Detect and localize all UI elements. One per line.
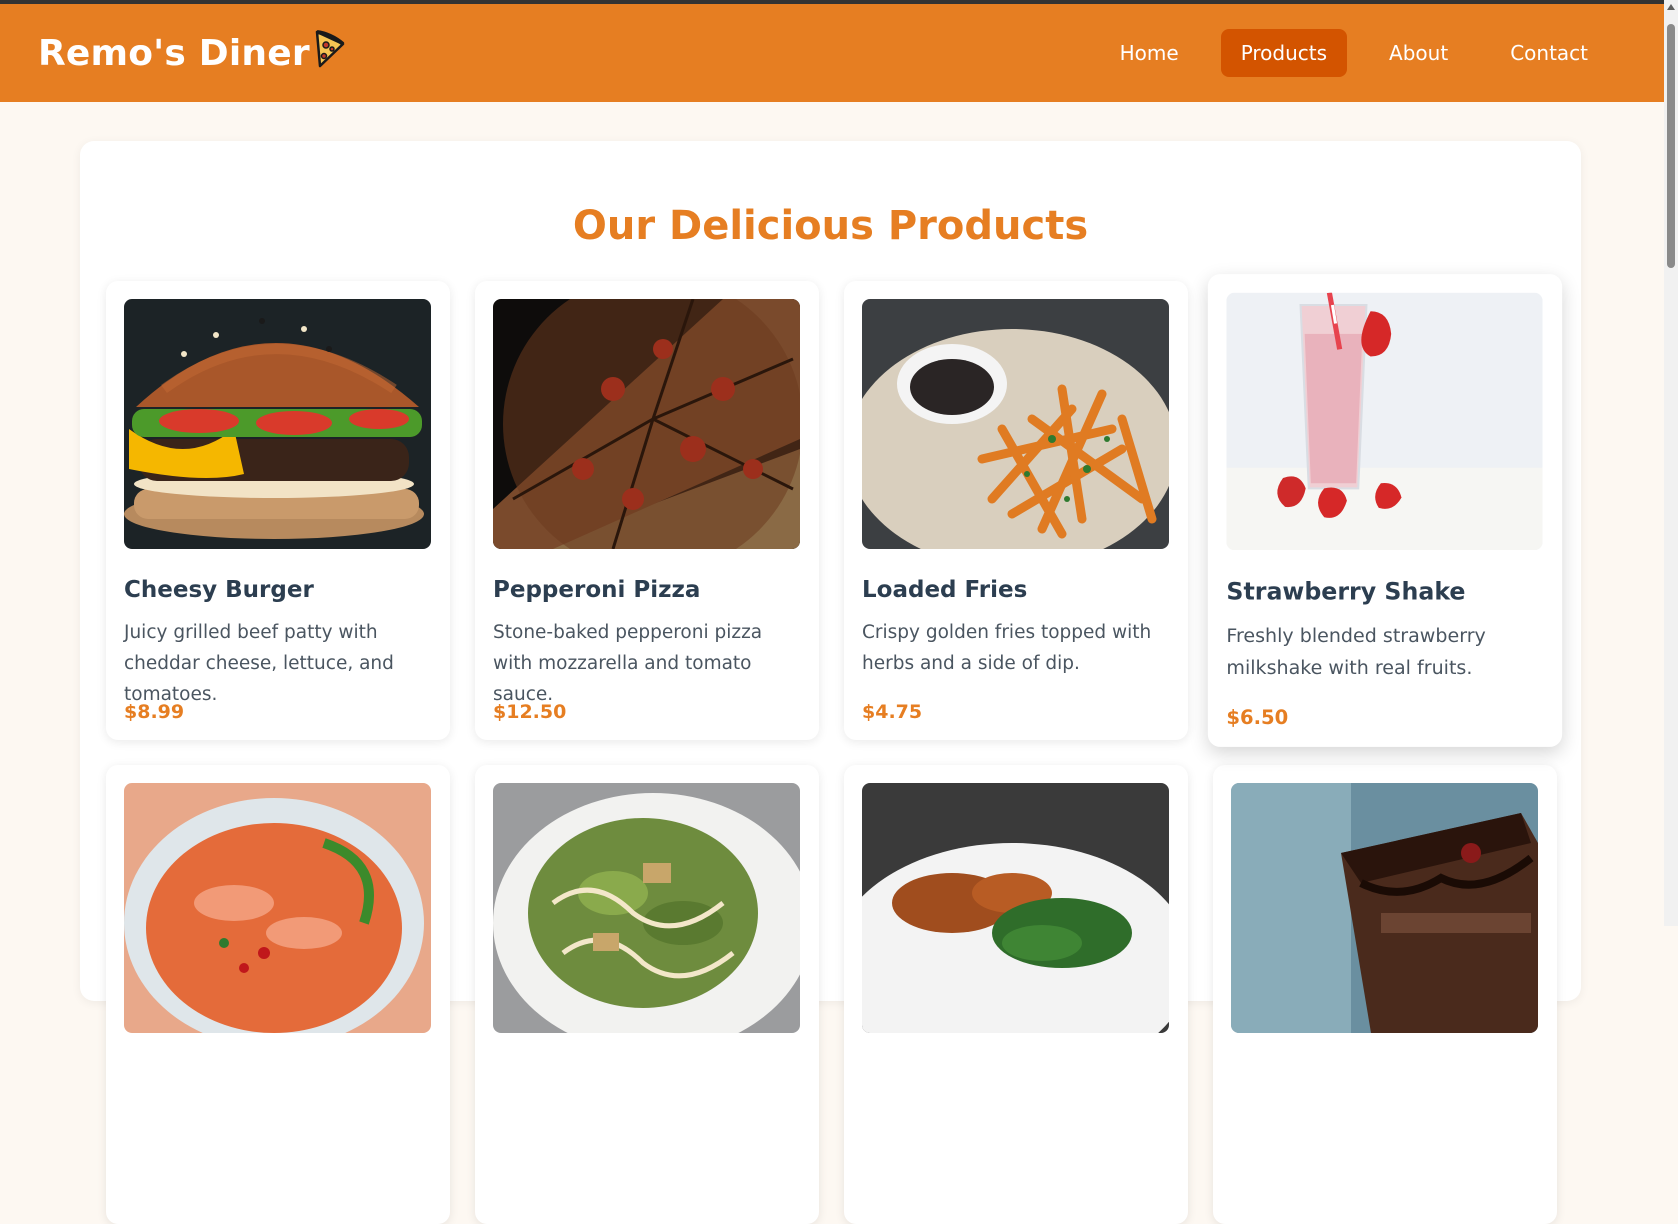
page-scrollbar[interactable]	[1664, 0, 1678, 926]
product-card-cheesy-burger[interactable]: Cheesy Burger Juicy grilled beef patty w…	[106, 281, 450, 740]
main-nav: Home Products About Contact	[1100, 29, 1608, 77]
product-card-ramen-bowl[interactable]	[106, 765, 450, 1224]
product-name: Pepperoni Pizza	[493, 577, 701, 603]
product-card-caesar-salad[interactable]	[475, 765, 819, 1224]
nav-home[interactable]: Home	[1100, 29, 1199, 77]
product-card-strawberry-shake[interactable]: Strawberry Shake Freshly blended strawbe…	[1207, 274, 1563, 747]
burger-image	[124, 299, 431, 549]
caesar-salad-image	[493, 783, 800, 1033]
product-price: $12.50	[493, 701, 567, 723]
product-name: Strawberry Shake	[1226, 578, 1466, 606]
product-description: Freshly blended strawberry milkshake wit…	[1226, 625, 1486, 679]
product-description: Juicy grilled beef patty with cheddar ch…	[124, 622, 394, 705]
navbar: Remo's Diner Home Products About Contact	[0, 4, 1664, 102]
product-price: $4.75	[862, 701, 923, 723]
product-price: $8.99	[124, 701, 185, 723]
product-price: $6.50	[1226, 706, 1289, 730]
shake-image	[1226, 292, 1543, 551]
ramen-bowl-image	[124, 783, 431, 1033]
product-name: Loaded Fries	[862, 577, 1028, 603]
chocolate-cake-image	[1231, 783, 1538, 1033]
product-card-pepperoni-pizza[interactable]: Pepperoni Pizza Stone-baked pepperoni pi…	[475, 281, 819, 740]
page-title: Our Delicious Products	[572, 203, 1089, 249]
nav-products[interactable]: Products	[1220, 29, 1348, 77]
pizza-image	[493, 299, 800, 549]
brand-logo[interactable]: Remo's Diner	[38, 29, 346, 78]
product-description: Stone-baked pepperoni pizza with mozzare…	[493, 622, 763, 705]
product-name: Cheesy Burger	[124, 577, 314, 603]
products-panel: Our Delicious Products Cheesy Burger Jui…	[80, 141, 1581, 1224]
product-grid: Cheesy Burger Juicy grilled beef patty w…	[106, 274, 1563, 1224]
fries-image	[862, 299, 1169, 549]
product-card-grilled-chicken[interactable]	[844, 765, 1188, 1224]
scrollbar-thumb[interactable]	[1667, 24, 1675, 268]
nav-about[interactable]: About	[1369, 29, 1468, 77]
nav-contact[interactable]: Contact	[1490, 29, 1608, 77]
product-card-loaded-fries[interactable]: Loaded Fries Crispy golden fries topped …	[844, 281, 1188, 740]
pizza-slice-icon	[310, 29, 346, 78]
grilled-chicken-image	[862, 783, 1169, 1033]
product-description: Crispy golden fries topped with herbs an…	[862, 622, 1152, 674]
brand-name: Remo's Diner	[38, 32, 310, 74]
product-card-chocolate-cake[interactable]	[1213, 765, 1557, 1224]
scroll-up-arrow-icon[interactable]	[1667, 4, 1675, 10]
